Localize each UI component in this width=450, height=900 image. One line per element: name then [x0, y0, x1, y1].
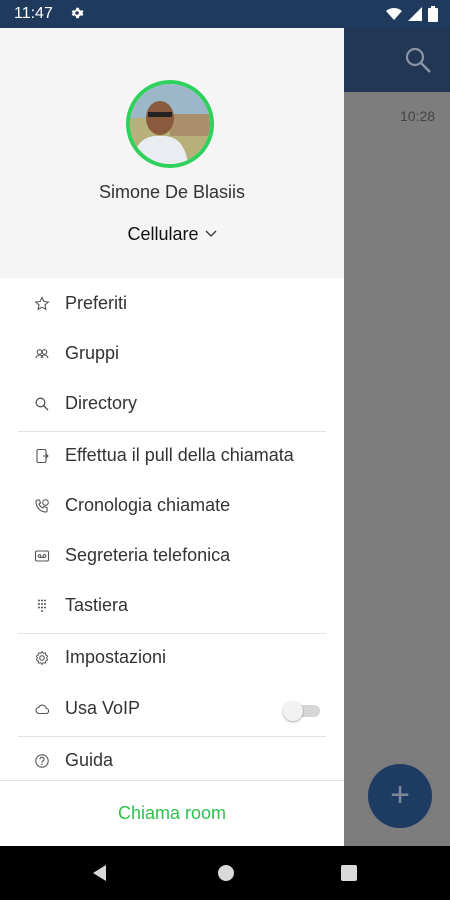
gear-icon: [34, 650, 50, 666]
app-bar: [344, 28, 450, 92]
call-room-button[interactable]: Chiama room: [0, 803, 344, 824]
voip-toggle[interactable]: [283, 701, 320, 721]
conversation-timestamp: 10:28: [400, 108, 436, 124]
voicemail-icon: [34, 548, 50, 564]
menu-item-gruppi[interactable]: Gruppi: [0, 330, 344, 380]
menu-item-label: Preferiti: [65, 293, 128, 313]
home-icon[interactable]: [216, 863, 236, 888]
avatar[interactable]: [126, 80, 214, 168]
signal-icon: [408, 7, 422, 26]
drawer-header: Simone De Blasiis Cellulare: [0, 28, 344, 278]
dialpad-icon: [34, 598, 50, 614]
drawer-footer: Chiama room: [0, 780, 344, 846]
menu-item-label: Impostazioni: [65, 647, 167, 667]
search-icon[interactable]: [404, 46, 432, 79]
search-icon: [34, 396, 50, 412]
system-nav-bar: [0, 846, 450, 900]
menu-item-preferiti[interactable]: Preferiti: [0, 280, 344, 330]
wifi-icon: [386, 7, 402, 26]
background-app: 10:28 +: [344, 28, 450, 846]
recents-icon[interactable]: [340, 863, 358, 888]
call-pull-icon: [34, 448, 50, 464]
star-icon: [34, 296, 50, 312]
new-call-fab[interactable]: +: [368, 764, 432, 828]
navigation-drawer: Simone De Blasiis Cellulare Preferiti Gr…: [0, 28, 344, 846]
toggle-knob: [283, 701, 303, 721]
menu-item-label: Effettua il pull della chiamata: [65, 445, 294, 465]
status-bar: 11:47: [0, 0, 450, 28]
cloud-icon: [34, 701, 50, 717]
battery-icon: [428, 6, 438, 27]
help-icon: [34, 753, 50, 769]
menu-item-label: Guida: [65, 750, 114, 770]
menu-item-call-pull[interactable]: Effettua il pull della chiamata: [0, 432, 344, 482]
status-time: 11:47: [14, 5, 53, 22]
back-icon[interactable]: [90, 863, 108, 888]
menu-item-call-history[interactable]: Cronologia chiamate: [0, 482, 344, 532]
menu-item-label: Tastiera: [65, 595, 129, 615]
group-icon: [34, 346, 50, 362]
chevron-down-icon: [205, 222, 217, 243]
menu-item-label: Usa VoIP: [65, 698, 141, 718]
menu-item-voicemail[interactable]: Segreteria telefonica: [0, 532, 344, 582]
menu-item-label: Directory: [65, 393, 138, 413]
settings-status-icon: [70, 6, 84, 25]
plus-icon: +: [390, 776, 410, 814]
menu-item-label: Cronologia chiamate: [65, 495, 231, 515]
menu-item-directory[interactable]: Directory: [0, 380, 344, 430]
phone-mode-label: Cellulare: [127, 224, 199, 244]
menu-item-label: Segreteria telefonica: [65, 545, 231, 565]
user-name: Simone De Blasiis: [98, 182, 246, 202]
menu-item-label: Gruppi: [65, 343, 120, 363]
menu-item-settings[interactable]: Impostazioni: [0, 634, 344, 684]
phone-mode-selector[interactable]: Cellulare: [0, 222, 344, 245]
menu-item-dialpad[interactable]: Tastiera: [0, 582, 344, 632]
call-history-icon: [34, 498, 50, 514]
menu-item-use-voip[interactable]: Usa VoIP: [0, 685, 344, 735]
